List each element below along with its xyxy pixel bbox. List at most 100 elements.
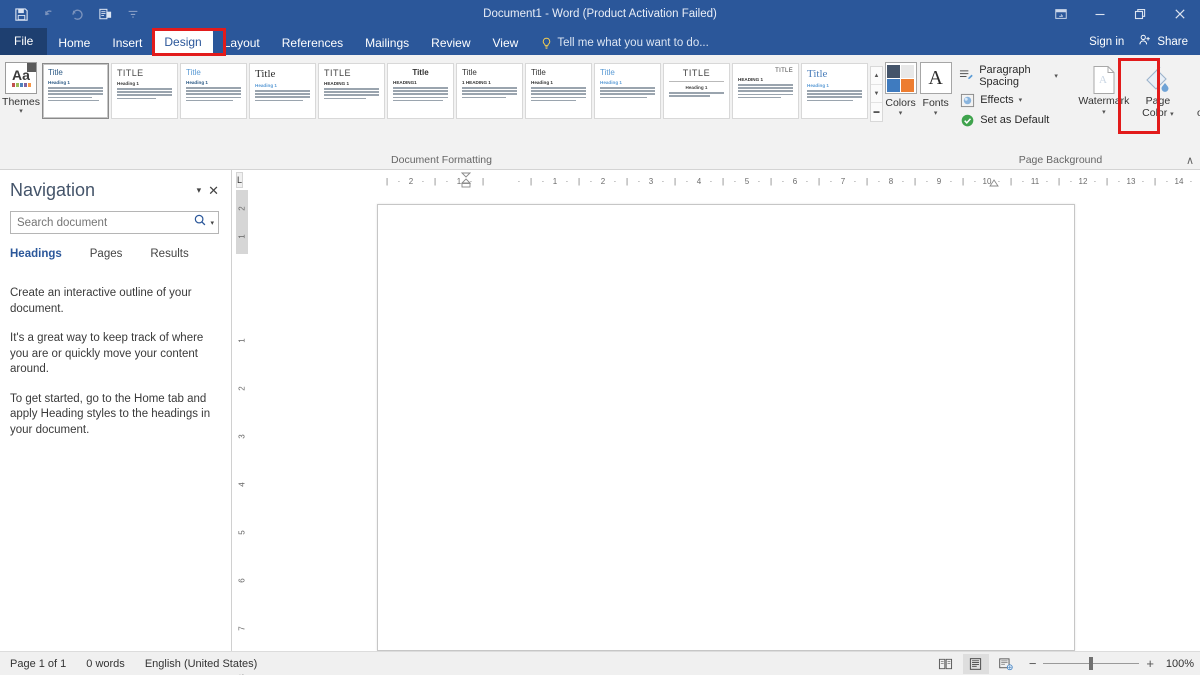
- ribbon-display-options-icon[interactable]: [1042, 0, 1080, 28]
- gallery-more-icon[interactable]: ▬: [871, 103, 882, 121]
- gallery-scroll-down-icon[interactable]: ▼: [871, 85, 882, 103]
- gallery-scroll-buttons[interactable]: ▲ ▼ ▬: [870, 66, 883, 122]
- tab-stop-selector[interactable]: L: [236, 172, 244, 188]
- horizontal-ruler[interactable]: L | · 2 · | · 1 · | · | · 1 · | · 2 · | ·: [232, 170, 1200, 190]
- search-options-caret-icon[interactable]: ▾: [210, 219, 214, 227]
- vertical-ruler[interactable]: 2 1 1 2 3 4 5 6 7 8 9 10: [232, 190, 252, 675]
- navigation-options-caret-icon[interactable]: ▾: [197, 185, 202, 196]
- style-preview-lines: [255, 90, 310, 102]
- print-preview-icon[interactable]: [92, 3, 118, 25]
- zoom-in-button[interactable]: +: [1146, 657, 1154, 670]
- web-layout-view-icon[interactable]: [993, 654, 1019, 674]
- page-color-caret[interactable]: ▾: [1170, 111, 1174, 118]
- language-status[interactable]: English (United States): [145, 658, 258, 670]
- zoom-slider-track[interactable]: [1043, 657, 1140, 670]
- style-preview-lines: [807, 90, 862, 102]
- effects-label: Effects: [980, 94, 1014, 106]
- svg-text:|: |: [434, 177, 436, 186]
- document-page[interactable]: [377, 204, 1075, 651]
- read-mode-view-icon[interactable]: [933, 654, 959, 674]
- style-preview-lines: [186, 87, 241, 102]
- themes-dropdown-caret[interactable]: ▾: [19, 108, 23, 116]
- colors-icon: [884, 62, 917, 94]
- watermark-button[interactable]: A Watermark ▾: [1078, 62, 1130, 117]
- vruler-label: 4: [237, 482, 247, 487]
- theme-fonts-button[interactable]: A Fonts ▾: [918, 60, 953, 118]
- customize-qat-icon[interactable]: [120, 3, 146, 25]
- save-icon[interactable]: [8, 3, 34, 25]
- style-set-item[interactable]: Title Heading 1: [249, 63, 316, 119]
- nav-tab-results[interactable]: Results: [150, 248, 188, 262]
- set-as-default-icon: [959, 112, 975, 128]
- zoom-control[interactable]: − +: [1029, 657, 1154, 670]
- style-set-item[interactable]: Title 1 HEADING 1: [456, 63, 523, 119]
- tab-file[interactable]: File: [0, 28, 48, 55]
- page-borders-icon: [1196, 64, 1200, 96]
- tab-view[interactable]: View: [482, 31, 530, 55]
- redo-icon[interactable]: [64, 3, 90, 25]
- colors-label: Colors: [885, 97, 916, 109]
- paragraph-spacing-caret[interactable]: ▾: [1054, 72, 1058, 80]
- style-set-item[interactable]: TITLE HEADING 1: [732, 63, 799, 119]
- restore-icon[interactable]: [1120, 0, 1160, 28]
- theme-colors-button[interactable]: Colors ▾: [883, 60, 918, 118]
- style-set-gallery[interactable]: Title Heading 1 TITLE Heading 1 Title He…: [42, 60, 883, 122]
- style-set-item[interactable]: Title HEADING1: [387, 63, 454, 119]
- nav-tab-pages[interactable]: Pages: [90, 248, 123, 262]
- status-right: − + 100%: [933, 653, 1194, 674]
- minimize-icon[interactable]: [1080, 0, 1120, 28]
- sign-in-button[interactable]: Sign in: [1089, 36, 1124, 48]
- style-set-item[interactable]: TITLE Heading 1: [111, 63, 178, 119]
- document-canvas[interactable]: [252, 190, 1200, 651]
- close-icon[interactable]: [1160, 0, 1200, 28]
- paragraph-spacing-button[interactable]: Paragraph Spacing ▾: [959, 64, 1058, 88]
- set-as-default-button[interactable]: Set as Default: [959, 112, 1058, 128]
- undo-icon[interactable]: [36, 3, 62, 25]
- style-set-item[interactable]: Title Heading 1: [525, 63, 592, 119]
- tab-home[interactable]: Home: [47, 31, 101, 55]
- zoom-out-button[interactable]: −: [1029, 657, 1037, 670]
- search-icon[interactable]: [193, 213, 207, 232]
- nav-tab-headings[interactable]: Headings: [10, 248, 62, 262]
- share-button[interactable]: Share: [1138, 33, 1188, 50]
- svg-text:·: ·: [422, 177, 425, 186]
- effects-caret[interactable]: ▾: [1019, 96, 1023, 104]
- style-set-item[interactable]: Title Heading 1: [594, 63, 661, 119]
- themes-button[interactable]: Aa Themes ▾: [0, 60, 42, 116]
- page-number-status[interactable]: Page 1 of 1: [10, 658, 66, 670]
- tell-me-box[interactable]: Tell me what you want to do...: [541, 31, 709, 55]
- tab-layout[interactable]: Layout: [213, 31, 271, 55]
- tab-insert[interactable]: Insert: [101, 31, 153, 55]
- tab-design[interactable]: Design: [153, 30, 213, 55]
- svg-text:|: |: [1154, 177, 1156, 186]
- gallery-scroll-up-icon[interactable]: ▲: [871, 67, 882, 85]
- right-indent-marker-icon[interactable]: [989, 178, 999, 190]
- fonts-dropdown-caret[interactable]: ▾: [934, 109, 938, 118]
- print-layout-view-icon[interactable]: [962, 653, 989, 674]
- navigation-close-icon[interactable]: ✕: [208, 183, 219, 199]
- horizontal-ruler-track[interactable]: | · 2 · | · 1 · | · | · 1 · | · 2 · | · 3 · | · 4 · | · 5 ·…: [247, 172, 1200, 190]
- style-set-item[interactable]: Title Heading 1: [42, 63, 109, 119]
- collapse-ribbon-icon[interactable]: ∧: [1186, 154, 1194, 167]
- tab-references[interactable]: References: [271, 31, 354, 55]
- navigation-search-box[interactable]: ▾: [10, 211, 219, 234]
- style-set-item[interactable]: Title Heading 1: [180, 63, 247, 119]
- effects-button[interactable]: Effects ▾: [959, 92, 1058, 108]
- style-set-item[interactable]: TITLE Heading 1: [663, 63, 730, 119]
- page-color-button[interactable]: Page Color ▾: [1132, 62, 1184, 119]
- page-borders-button[interactable]: Page orders: [1186, 62, 1200, 119]
- left-indent-marker-icon[interactable]: [460, 172, 472, 190]
- svg-text:·: ·: [1022, 177, 1025, 186]
- svg-text:·: ·: [950, 177, 953, 186]
- colors-dropdown-caret[interactable]: ▾: [899, 109, 903, 118]
- watermark-caret[interactable]: ▾: [1102, 108, 1106, 117]
- style-set-item[interactable]: Title Heading 1: [801, 63, 868, 119]
- zoom-level-label[interactable]: 100%: [1164, 658, 1194, 670]
- zoom-slider-thumb[interactable]: [1089, 657, 1094, 670]
- svg-text:A: A: [1099, 74, 1107, 86]
- word-count-status[interactable]: 0 words: [86, 658, 125, 670]
- tab-mailings[interactable]: Mailings: [354, 31, 420, 55]
- tab-review[interactable]: Review: [420, 31, 481, 55]
- search-input[interactable]: [17, 216, 194, 229]
- style-set-item[interactable]: TITLE HEADING 1: [318, 63, 385, 119]
